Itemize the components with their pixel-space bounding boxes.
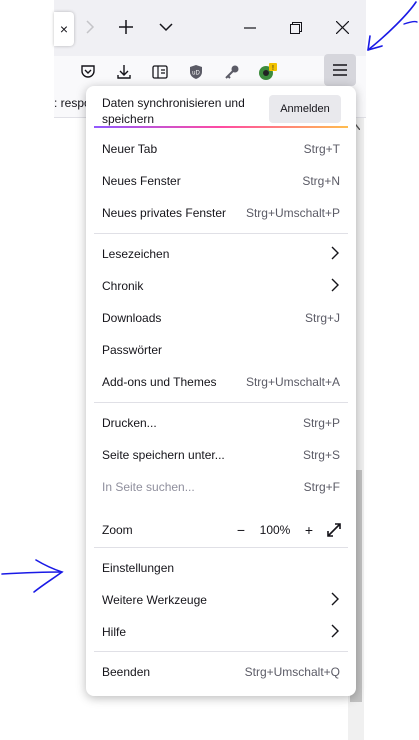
list-tabs-chevron-down-icon[interactable] [152, 14, 180, 42]
menu-item-einstellungen[interactable]: Einstellungen [94, 553, 348, 583]
forward-arrow-icon[interactable] [76, 14, 104, 42]
sync-gradient-divider [94, 126, 348, 128]
menu-item-shortcut: Strg+Umschalt+Q [244, 665, 340, 679]
menu-item-label: Neues privates Fenster [102, 206, 227, 220]
svg-text:uD: uD [192, 71, 200, 77]
menu-item-label: Neues Fenster [102, 174, 181, 188]
fullscreen-button[interactable] [324, 521, 344, 539]
menu-separator [94, 233, 348, 234]
zoom-reset-value[interactable]: 100% [250, 523, 300, 537]
menu-item-shortcut: Strg+Umschalt+P [245, 206, 340, 220]
restore-icon[interactable] [282, 14, 310, 42]
menu-item-shortcut: Strg+S [302, 448, 340, 462]
menu-item-in-seite-suchen: In Seite suchen... Strg+F [94, 472, 348, 502]
menu-item-label: Einstellungen [102, 561, 175, 575]
close-window-icon[interactable] [328, 14, 356, 42]
menu-item-label: Beenden [102, 665, 151, 679]
chevron-right-icon [331, 592, 339, 606]
annotation-arrow-top-icon [367, 1, 418, 51]
reader-view-icon[interactable] [146, 58, 174, 86]
chevron-right-icon [331, 624, 339, 638]
menu-item-label: Neuer Tab [102, 142, 158, 156]
key-icon[interactable] [218, 58, 246, 86]
menu-item-label: Passwörter [102, 343, 163, 357]
menu-item-seite-speichern-unter[interactable]: Seite speichern unter... Strg+S [94, 440, 348, 470]
menu-item-downloads[interactable]: Downloads Strg+J [94, 303, 348, 333]
tab-close-icon[interactable]: × [54, 12, 74, 46]
menu-item-label: Lesezeichen [102, 247, 170, 261]
menu-item-shortcut: Strg+F [303, 480, 340, 494]
chevron-right-icon [331, 246, 339, 260]
zoom-in-button[interactable]: + [300, 521, 318, 539]
chevron-right-icon [331, 278, 339, 292]
sign-in-button[interactable]: Anmelden [269, 95, 341, 123]
active-tab[interactable]: × [54, 12, 74, 46]
menu-item-add-ons-und-themes[interactable]: Add-ons und Themes Strg+Umschalt+A [94, 367, 348, 397]
menu-item-label: Seite speichern unter... [102, 448, 225, 462]
menu-item-beenden[interactable]: Beenden Strg+Umschalt+Q [94, 657, 348, 687]
menu-item-label: Drucken... [102, 416, 157, 430]
app-menu-panel: Daten synchronisieren und speichern Anme… [86, 86, 356, 696]
menu-item-passw-rter[interactable]: Passwörter [94, 335, 348, 365]
zoom-controls: −100% + [232, 520, 344, 540]
download-icon[interactable] [110, 58, 138, 86]
menu-item-zoom: Zoom −100% + [94, 515, 348, 545]
menu-item-neues-fenster[interactable]: Neues Fenster Strg+N [94, 166, 348, 196]
menu-item-shortcut: Strg+Umschalt+A [245, 375, 340, 389]
navigation-toolbar: uD ! [54, 54, 366, 88]
annotation-arrow-left-icon [1, 559, 64, 593]
hamburger-menu-icon [333, 64, 347, 76]
menu-item-shortcut: Strg+T [303, 142, 340, 156]
menu-item-neues-privates-fenster[interactable]: Neues privates Fenster Strg+Umschalt+P [94, 198, 348, 228]
menu-separator [94, 547, 348, 548]
ublock-shield-icon[interactable]: uD [182, 58, 210, 86]
menu-item-label: Downloads [102, 311, 162, 325]
hamburger-menu-button[interactable] [324, 54, 356, 86]
tab-bar: × [54, 0, 366, 56]
extension-icon[interactable]: ! [254, 58, 282, 86]
menu-separator [94, 402, 348, 403]
fullscreen-icon [327, 523, 341, 537]
menu-item-shortcut: Strg+N [302, 174, 340, 188]
menu-item-weitere-werkzeuge[interactable]: Weitere Werkzeuge [94, 585, 348, 615]
menu-item-chronik[interactable]: Chronik [94, 271, 348, 301]
menu-item-label: In Seite suchen... [102, 480, 195, 494]
menu-item-lesezeichen[interactable]: Lesezeichen [94, 239, 348, 269]
new-tab-plus-icon[interactable] [112, 14, 140, 42]
minimize-icon[interactable] [236, 14, 264, 42]
zoom-out-button[interactable]: − [232, 521, 250, 539]
menu-separator [94, 651, 348, 652]
zoom-label: Zoom [102, 523, 133, 537]
menu-item-label: Add-ons und Themes [102, 375, 217, 389]
menu-item-label: Hilfe [102, 625, 127, 639]
menu-item-shortcut: Strg+P [302, 416, 340, 430]
sync-section: Daten synchronisieren und speichern Anme… [94, 92, 348, 128]
menu-item-label: Chronik [102, 279, 144, 293]
sync-prompt-text: Daten synchronisieren und speichern [102, 96, 245, 126]
svg-text:!: ! [272, 65, 274, 72]
menu-item-neuer-tab[interactable]: Neuer Tab Strg+T [94, 134, 348, 164]
menu-item-drucken[interactable]: Drucken... Strg+P [94, 408, 348, 438]
menu-item-hilfe[interactable]: Hilfe [94, 617, 348, 647]
menu-item-label: Weitere Werkzeuge [102, 593, 207, 607]
menu-item-shortcut: Strg+J [304, 311, 340, 325]
pocket-icon[interactable] [74, 58, 102, 86]
